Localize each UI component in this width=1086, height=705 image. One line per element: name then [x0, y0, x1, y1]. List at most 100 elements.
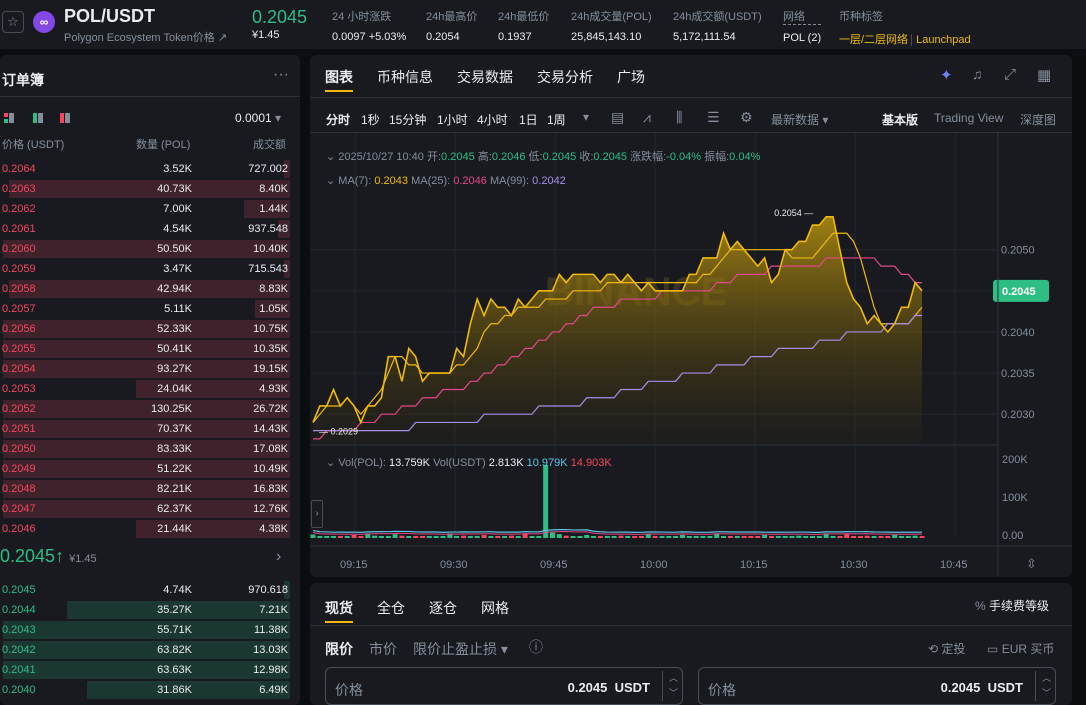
grid-layout-icon[interactable]: ▦: [1037, 66, 1051, 84]
interval-1h[interactable]: 1小时: [437, 111, 468, 128]
ask-row[interactable]: 0.2050 83.33K 17.08K: [0, 439, 290, 459]
row-total: 11.38K: [253, 624, 288, 636]
row-price: 0.2047: [2, 503, 36, 515]
ask-row[interactable]: 0.2062 7.00K 1.44K: [0, 199, 290, 219]
volume-bar: [796, 535, 802, 538]
order-type-market[interactable]: 市价: [369, 639, 397, 659]
bid-row[interactable]: 0.2042 63.82K 13.03K: [0, 640, 290, 660]
buy-price-field[interactable]: 价格 0.2045 USDT ︿ ﹀: [325, 667, 683, 705]
order-type-limit[interactable]: 限价: [325, 639, 353, 659]
candle-icon[interactable]: ⫼: [676, 109, 682, 126]
last-price-usd: ¥1.45: [252, 29, 280, 41]
book-both-icon[interactable]: [4, 113, 14, 123]
auto-scale-icon[interactable]: ⇳: [1026, 556, 1037, 572]
recurring-buy-link[interactable]: ⟲ 定投: [928, 640, 965, 657]
sell-price-field[interactable]: 价格 0.2045 USDT ︿ ﹀: [698, 667, 1056, 705]
depth-bar: [2, 320, 290, 338]
volume-tick-label: 200K: [1002, 454, 1028, 466]
tag-launchpad: Launchpad: [911, 34, 971, 46]
symbol-subtitle[interactable]: Polygon Ecosystem Token价格 ↗: [64, 29, 227, 45]
view-basic[interactable]: 基本版: [882, 111, 918, 128]
calendar-icon[interactable]: ▤: [611, 109, 624, 126]
settings-list-icon[interactable]: ☰: [707, 109, 720, 126]
row-amount: 24.04K: [157, 383, 192, 395]
ask-row[interactable]: 0.2053 24.04K 4.93K: [0, 379, 290, 399]
volume-bar: [618, 535, 624, 538]
symbol-title[interactable]: POL/USDT: [64, 6, 155, 27]
volume-bar: [830, 536, 836, 538]
interval-1w[interactable]: 1周: [547, 111, 566, 128]
tab-spot[interactable]: 现货: [325, 598, 353, 618]
view-tradingview[interactable]: Trading View: [934, 111, 1003, 125]
row-amount: 42.94K: [157, 283, 192, 295]
chevron-right-icon[interactable]: ›: [276, 548, 281, 566]
row-amount: 4.54K: [163, 223, 192, 235]
order-type-stop-limit[interactable]: 限价止盈止损 ▾: [413, 639, 508, 659]
stat-network[interactable]: 网络 POL (2): [783, 8, 822, 44]
ask-row[interactable]: 0.2051 70.37K 14.43K: [0, 419, 290, 439]
bell-icon[interactable]: ♫: [972, 66, 983, 82]
bid-row[interactable]: 0.2040 31.86K 6.49K: [0, 680, 290, 700]
depth-bar: [2, 460, 290, 478]
tab-trade-analysis[interactable]: 交易分析: [537, 67, 593, 87]
stat-tags[interactable]: 币种标签 一层/二层网络 Launchpad: [839, 8, 971, 47]
row-amount: 63.63K: [157, 664, 192, 676]
buy-crypto-link[interactable]: ▭ EUR 买币: [987, 640, 1054, 657]
more-menu-icon[interactable]: ···: [273, 66, 289, 84]
interval-15m[interactable]: 15分钟: [389, 111, 426, 128]
tab-chart[interactable]: 图表: [325, 67, 353, 87]
depth-bar: [2, 360, 290, 378]
expand-side-handle[interactable]: ›: [311, 500, 323, 528]
ask-row[interactable]: 0.2047 62.37K 12.76K: [0, 499, 290, 519]
ask-row[interactable]: 0.2056 52.33K 10.75K: [0, 319, 290, 339]
ask-row[interactable]: 0.2054 93.27K 19.15K: [0, 359, 290, 379]
ask-row[interactable]: 0.2049 51.22K 10.49K: [0, 459, 290, 479]
tab-trade-data[interactable]: 交易数据: [457, 67, 513, 87]
ask-row[interactable]: 0.2061 4.54K 937.548: [0, 219, 290, 239]
ask-row[interactable]: 0.2048 82.21K 16.83K: [0, 479, 290, 499]
row-price: 0.2043: [2, 624, 36, 636]
ask-row[interactable]: 0.2064 3.52K 727.002: [0, 159, 290, 179]
volume-bar: [912, 535, 918, 538]
gear-icon[interactable]: ⚙: [740, 109, 753, 126]
bid-row[interactable]: 0.2041 63.63K 12.98K: [0, 660, 290, 680]
interval-1s[interactable]: 1秒: [361, 111, 380, 128]
bid-row[interactable]: 0.2045 4.74K 970.618: [0, 580, 290, 600]
fee-level-link[interactable]: % 手续费等级: [975, 597, 1049, 614]
row-price: 0.2052: [2, 403, 36, 415]
ask-row[interactable]: 0.2059 3.47K 715.543: [0, 259, 290, 279]
bid-row[interactable]: 0.2043 55.71K 11.38K: [0, 620, 290, 640]
view-depth[interactable]: 深度图: [1020, 111, 1056, 128]
price-chart[interactable]: BINANCE0.2054 —— 0.20290.20300.20350.204…: [310, 133, 1072, 577]
precision-select[interactable]: 0.0001 ▾: [235, 111, 281, 125]
mid-price: 0.2045↑ ¥1.45: [0, 546, 97, 566]
ask-row[interactable]: 0.2058 42.94K 8.83K: [0, 279, 290, 299]
ask-row[interactable]: 0.2063 40.73K 8.40K: [0, 179, 290, 199]
ask-row[interactable]: 0.2055 50.41K 10.35K: [0, 339, 290, 359]
favorite-star-icon[interactable]: ☆: [2, 11, 24, 33]
ask-row[interactable]: 0.2046 21.44K 4.38K: [0, 519, 290, 539]
row-total: 12.76K: [253, 503, 288, 515]
ai-sparkle-icon[interactable]: ✦: [940, 66, 953, 84]
interval-4h[interactable]: 4小时: [477, 111, 508, 128]
bid-row[interactable]: 0.2044 35.27K 7.21K: [0, 600, 290, 620]
ask-row[interactable]: 0.2052 130.25K 26.72K: [0, 399, 290, 419]
tab-coin-info[interactable]: 币种信息: [377, 67, 433, 87]
tab-isolated[interactable]: 逐仓: [429, 598, 457, 618]
row-price: 0.2058: [2, 283, 36, 295]
ask-row[interactable]: 0.2057 5.11K 1.05K: [0, 299, 290, 319]
latest-data-select[interactable]: 最新数据 ▾: [771, 111, 828, 128]
volume-bar: [755, 536, 761, 538]
tab-square[interactable]: 广场: [617, 67, 645, 87]
book-asks-icon[interactable]: [60, 113, 70, 123]
ask-row[interactable]: 0.2060 50.50K 10.40K: [0, 239, 290, 259]
interval-1d[interactable]: 1日: [519, 111, 538, 128]
indicator-icon[interactable]: ⩘: [643, 109, 651, 126]
interval-line[interactable]: 分时: [326, 111, 350, 128]
info-icon[interactable]: ⓘ: [529, 637, 543, 657]
book-bids-icon[interactable]: [33, 113, 43, 123]
tab-grid[interactable]: 网格: [481, 598, 509, 618]
expand-icon[interactable]: ⤢: [1004, 66, 1016, 83]
tab-cross[interactable]: 全仓: [377, 598, 405, 618]
interval-more-icon[interactable]: ▾: [583, 110, 589, 124]
